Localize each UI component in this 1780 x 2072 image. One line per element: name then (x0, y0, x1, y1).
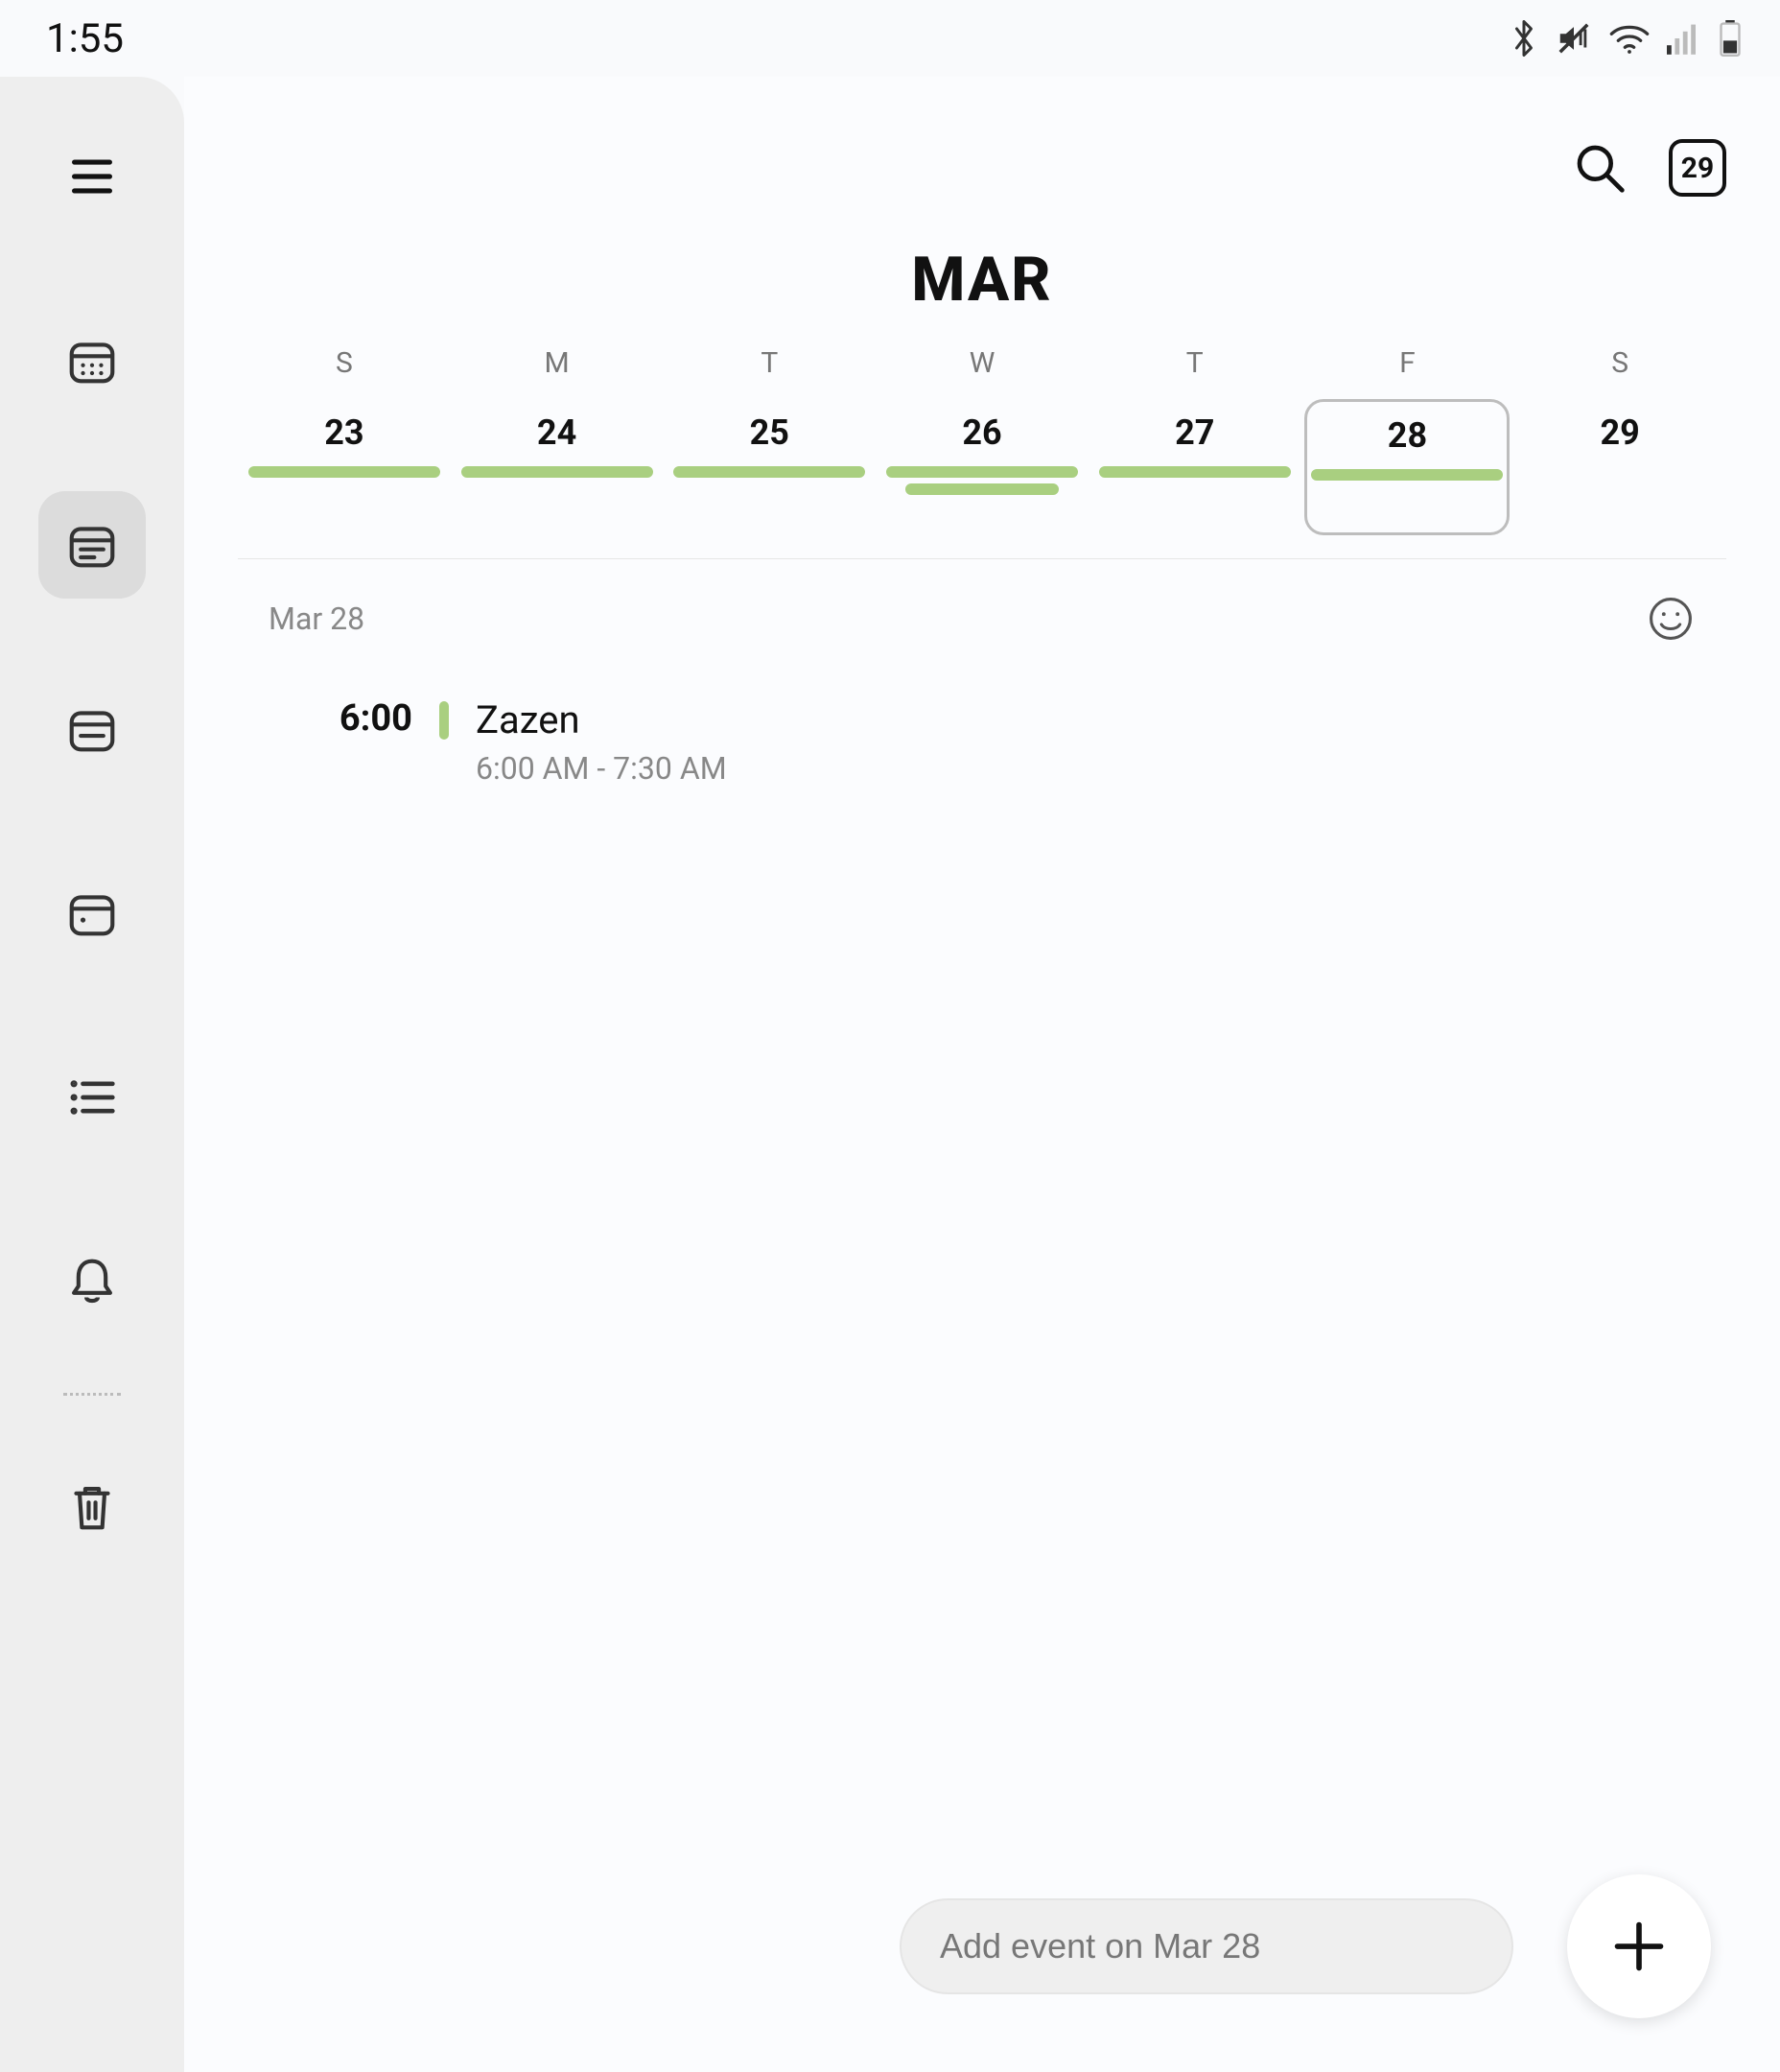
day-cell[interactable]: 29 (1517, 399, 1722, 535)
event-indicator-group (242, 466, 447, 478)
event-indicator-group (667, 466, 872, 478)
day-number: 23 (324, 412, 363, 453)
day-cell[interactable]: 25 (667, 399, 872, 535)
list-view-icon[interactable] (38, 1044, 146, 1151)
day-number: 25 (750, 412, 789, 453)
today-number: 29 (1681, 152, 1714, 185)
day-name: T (1186, 346, 1204, 380)
day-number: 28 (1388, 415, 1427, 456)
day-header: Mar 28 (184, 559, 1780, 644)
event-indicator (1311, 469, 1503, 481)
sidebar-divider (63, 1393, 121, 1396)
day-name: T (761, 346, 778, 380)
event-indicator-group (879, 466, 1085, 495)
day-name: F (1399, 346, 1416, 380)
event-indicator-group (1092, 466, 1298, 478)
event-title: Zazen (476, 697, 727, 742)
day-column[interactable]: W 26 (876, 346, 1089, 535)
day-number: 24 (537, 412, 576, 453)
event-indicator (248, 466, 440, 478)
event-item[interactable]: 6:00 Zazen 6:00 AM - 7:30 AM (184, 644, 1780, 787)
day-column[interactable]: F 28 (1301, 346, 1514, 535)
day-number: 27 (1175, 412, 1214, 453)
status-icons (1510, 18, 1742, 59)
event-indicator (886, 466, 1078, 478)
event-indicator (905, 483, 1059, 495)
main-toolbar: 29 (184, 77, 1780, 221)
day-number: 29 (1601, 412, 1640, 453)
signal-icon (1667, 22, 1701, 55)
week-row: S 23 M 24 T 25 W 26 T 27 F 28 S 29 (184, 316, 1780, 535)
day-cell[interactable]: 23 (242, 399, 447, 535)
today-button[interactable]: 29 (1669, 139, 1726, 197)
add-event-input[interactable] (900, 1898, 1513, 1994)
status-time: 1:55 (46, 15, 124, 62)
day-name: M (544, 346, 569, 380)
status-bar: 1:55 (0, 0, 1780, 77)
event-indicator-group (455, 466, 660, 478)
main-content: 29 MAR S 23 M 24 T 25 W 26 T 27 F 28 S 29 Mar 28 6:00… (184, 77, 1780, 2072)
event-indicator (673, 466, 865, 478)
search-button[interactable] (1569, 137, 1630, 199)
menu-button[interactable] (38, 123, 146, 230)
day-name: W (970, 346, 995, 380)
mute-vibrate-icon (1556, 20, 1592, 57)
trash-icon[interactable] (38, 1453, 146, 1561)
battery-icon (1719, 20, 1742, 57)
event-time: 6:00 (269, 697, 412, 740)
bottom-bar (184, 1874, 1780, 2018)
event-indicator (461, 466, 653, 478)
event-indicator-group (1307, 469, 1507, 481)
event-body: Zazen 6:00 AM - 7:30 AM (476, 697, 727, 787)
day-cell[interactable]: 27 (1092, 399, 1298, 535)
day-cell[interactable]: 24 (455, 399, 660, 535)
day-cell[interactable]: 26 (879, 399, 1085, 535)
day-number: 26 (962, 412, 1001, 453)
day-view-icon[interactable] (38, 859, 146, 967)
wifi-icon (1609, 22, 1650, 55)
day-column[interactable]: M 24 (451, 346, 664, 535)
event-subtitle: 6:00 AM - 7:30 AM (476, 750, 727, 787)
day-header-label: Mar 28 (269, 600, 364, 637)
event-color-stripe (439, 701, 449, 740)
sidebar (0, 77, 184, 2072)
reminders-icon[interactable] (38, 1228, 146, 1335)
day-column[interactable]: S 29 (1513, 346, 1726, 535)
three-day-view-icon[interactable] (38, 675, 146, 783)
day-column[interactable]: T 25 (663, 346, 876, 535)
day-cell-selected[interactable]: 28 (1304, 399, 1510, 535)
day-column[interactable]: S 23 (238, 346, 451, 535)
week-view-icon[interactable] (38, 491, 146, 599)
bluetooth-icon (1510, 18, 1538, 59)
month-heading: MAR (184, 244, 1780, 316)
event-indicator (1099, 466, 1291, 478)
add-sticker-button[interactable] (1646, 594, 1696, 644)
day-name: S (336, 346, 353, 380)
day-name: S (1611, 346, 1628, 380)
day-column[interactable]: T 27 (1089, 346, 1301, 535)
month-view-icon[interactable] (38, 307, 146, 414)
add-event-fab[interactable] (1567, 1874, 1711, 2018)
